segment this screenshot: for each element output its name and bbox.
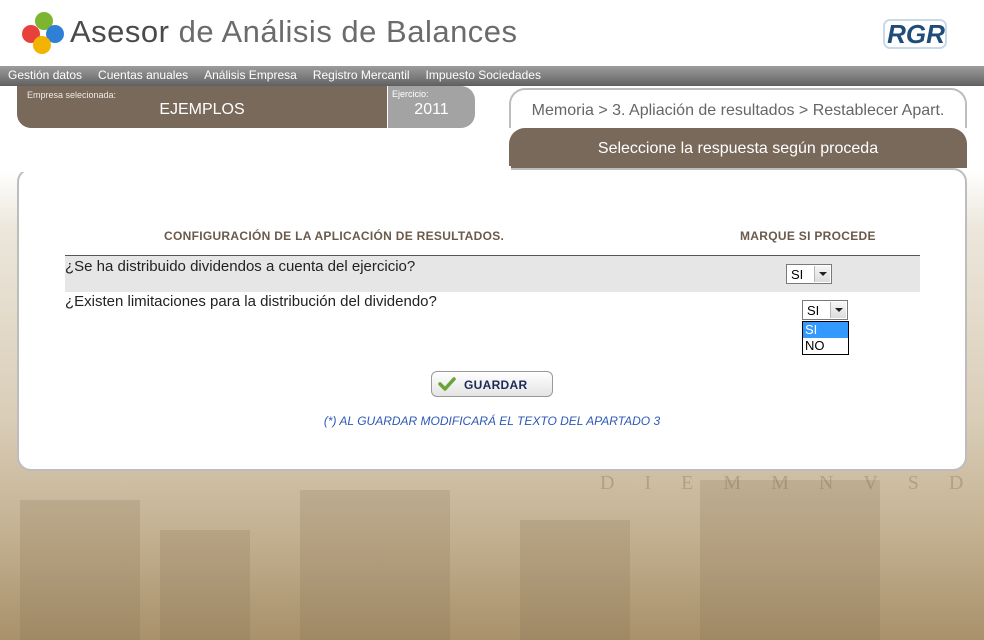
chevron-down-icon: [830, 302, 846, 318]
save-button[interactable]: GUARDAR: [431, 371, 553, 397]
ejercicio-box: Ejercicio: 2011: [388, 86, 475, 128]
column-header-mark: MARQUE SI PROCEDE: [740, 229, 876, 243]
menu-analisis-empresa[interactable]: Análisis Empresa: [196, 66, 305, 85]
ejercicio-value: 2011: [414, 101, 449, 118]
svg-text:RGR: RGR: [887, 19, 945, 49]
menu-gestion-datos[interactable]: Gestión datos: [0, 66, 90, 85]
empresa-selected-box: Empresa selecionada: EJEMPLOS: [17, 86, 387, 128]
menu-registro-mercantil[interactable]: Registro Mercantil: [305, 66, 418, 85]
main-menu-bar: Gestión datos Cuentas anuales Análisis E…: [0, 66, 984, 86]
colored-dots-logo-icon: [22, 12, 66, 56]
save-button-label: GUARDAR: [464, 378, 528, 392]
app-header: Asesor de Análisis de Balances RGR: [0, 0, 984, 66]
select-dropdown-list: SI NO: [802, 321, 849, 355]
menu-cuentas-anuales[interactable]: Cuentas anuales: [90, 66, 196, 85]
option-no[interactable]: NO: [803, 338, 848, 354]
save-note: (*) AL GUARDAR MODIFICARÁ EL TEXTO DEL A…: [323, 414, 661, 428]
answer-select-2[interactable]: SI: [802, 300, 848, 320]
option-si[interactable]: SI: [803, 322, 848, 338]
breadcrumb: Memoria > 3. Apliación de resultados > R…: [509, 88, 967, 128]
question-2: ¿Existen limitaciones para la distribuci…: [65, 293, 437, 310]
menu-impuesto-sociedades[interactable]: Impuesto Sociedades: [418, 66, 549, 85]
app-title: Asesor de Análisis de Balances: [70, 14, 518, 49]
rgr-logo-icon: RGR: [883, 19, 947, 49]
ejercicio-label: Ejercicio:: [392, 89, 429, 99]
empresa-label: Empresa selecionada:: [27, 90, 117, 100]
instruction-tab: Seleccione la respuesta según proceda: [509, 128, 967, 168]
checkmark-icon: [438, 377, 456, 391]
background-illustration: DIEMMNVSD: [0, 470, 984, 640]
instruction-text: Seleccione la respuesta según proceda: [597, 140, 879, 157]
empresa-value: EJEMPLOS: [159, 101, 245, 118]
question-1: ¿Se ha distribuido dividendos a cuenta d…: [65, 258, 416, 275]
column-header-config: CONFIGURACIÓN DE LA APLICACIÓN DE RESULT…: [164, 229, 505, 243]
answer-select-1[interactable]: SI: [786, 264, 832, 284]
chevron-down-icon: [814, 266, 830, 282]
breadcrumb-text: Memoria > 3. Apliación de resultados > R…: [531, 102, 945, 119]
